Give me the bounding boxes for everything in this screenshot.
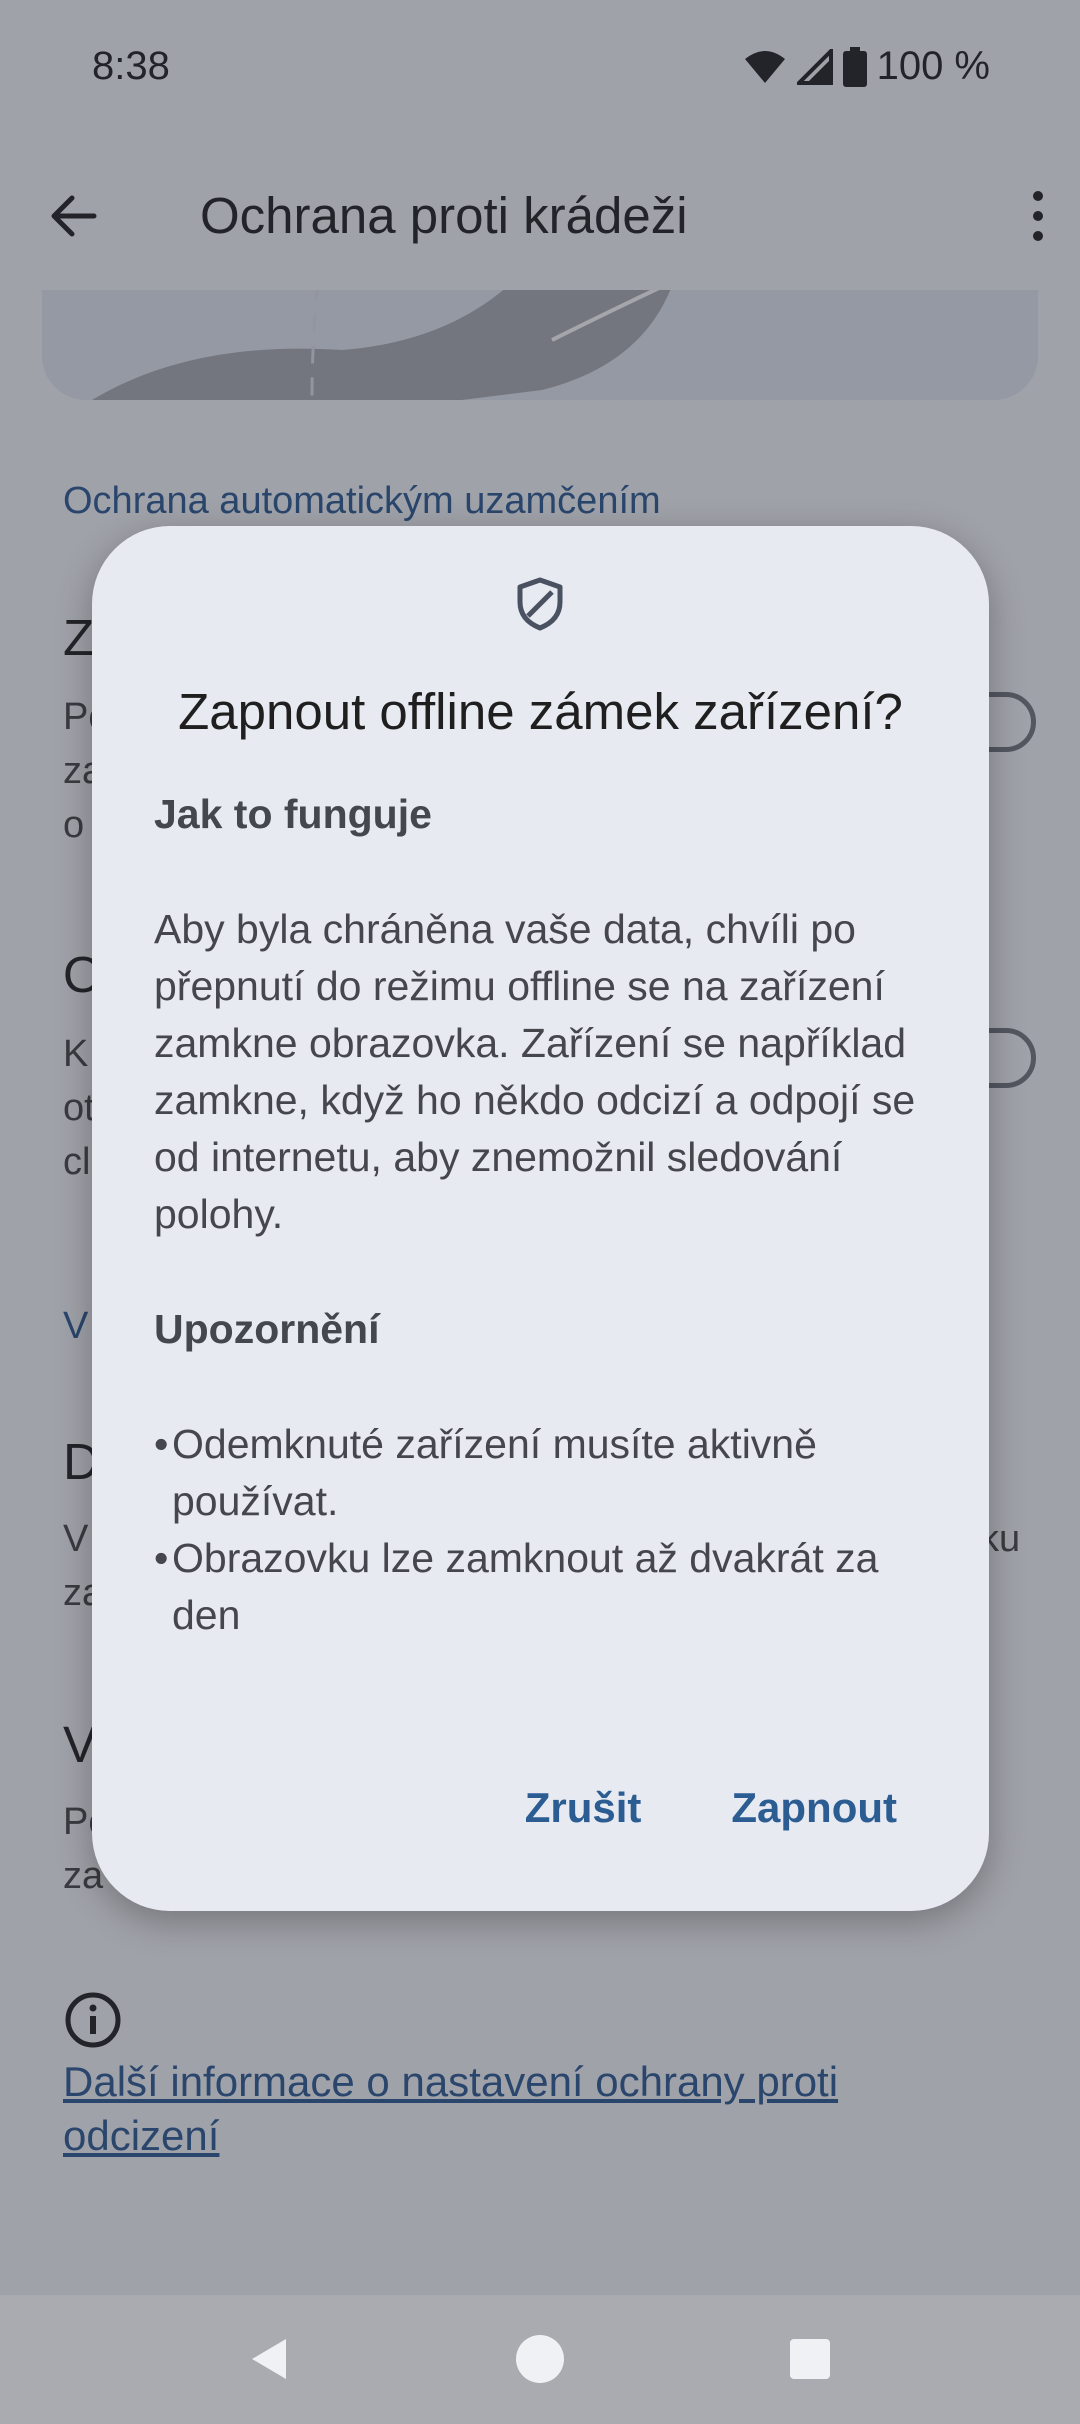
warning-bullet: • Obrazovku lze zamknout až dvakrát za d… [154,1530,944,1644]
back-triangle-icon[interactable] [240,2329,300,2389]
shield-icon [514,576,566,632]
cancel-button[interactable]: Zrušit [525,1784,642,1832]
warning-bullet: • Odemknuté zařízení musíte aktivně použ… [154,1416,944,1530]
bullet-dot-icon: • [154,1535,169,1581]
how-it-works-text: Aby byla chráněna vaše data, chvíli po p… [154,906,916,1237]
bullet-dot-icon: • [154,1421,169,1467]
dialog-title: Zapnout offline zámek zařízení? [178,683,903,740]
warning-bullet-text: Obrazovku lze zamknout až dvakrát za den [172,1535,879,1638]
warning-bullet-text: Odemknuté zařízení musíte aktivně použív… [172,1421,817,1524]
offline-lock-dialog: Zapnout offline zámek zařízení? Jak to f… [92,526,989,1911]
how-it-works-heading: Jak to funguje [154,791,432,837]
navigation-bar [0,2295,1080,2424]
home-circle-icon[interactable] [510,2329,570,2389]
recents-square-icon[interactable] [780,2329,840,2389]
dialog-body: Jak to funguje Aby byla chráněna vaše da… [154,786,944,1644]
warning-heading: Upozornění [154,1306,380,1352]
dialog-actions: Zrušit Zapnout [525,1784,897,1832]
confirm-button[interactable]: Zapnout [731,1784,897,1832]
